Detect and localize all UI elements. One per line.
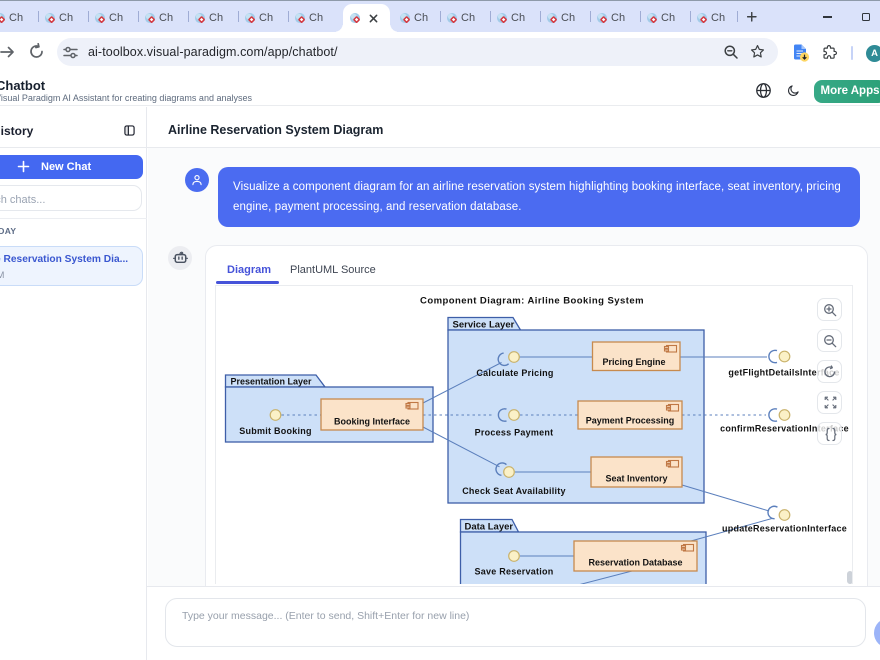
svg-text:Service Layer: Service Layer (453, 320, 515, 331)
svg-text:Pricing Engine: Pricing Engine (602, 357, 665, 367)
svg-text:Save Reservation: Save Reservation (474, 567, 553, 577)
svg-text:Data Layer: Data Layer (465, 522, 514, 533)
svg-text:Check Seat Availability: Check Seat Availability (462, 486, 566, 496)
svg-text:updateReservationInterface: updateReservationInterface (722, 524, 847, 534)
svg-text:Submit Booking: Submit Booking (239, 426, 312, 436)
svg-text:Calculate Pricing: Calculate Pricing (476, 368, 553, 378)
svg-text:Presentation Layer: Presentation Layer (231, 377, 313, 387)
svg-text:Booking Interface: Booking Interface (334, 417, 410, 427)
svg-text:Seat Inventory: Seat Inventory (605, 474, 667, 484)
svg-text:Process Payment: Process Payment (475, 428, 554, 438)
svg-text:Reservation Database: Reservation Database (588, 558, 682, 568)
svg-text:Payment Processing: Payment Processing (586, 416, 675, 426)
svg-text:Component Diagram: Airline Boo: Component Diagram: Airline Booking Syste… (420, 296, 644, 307)
